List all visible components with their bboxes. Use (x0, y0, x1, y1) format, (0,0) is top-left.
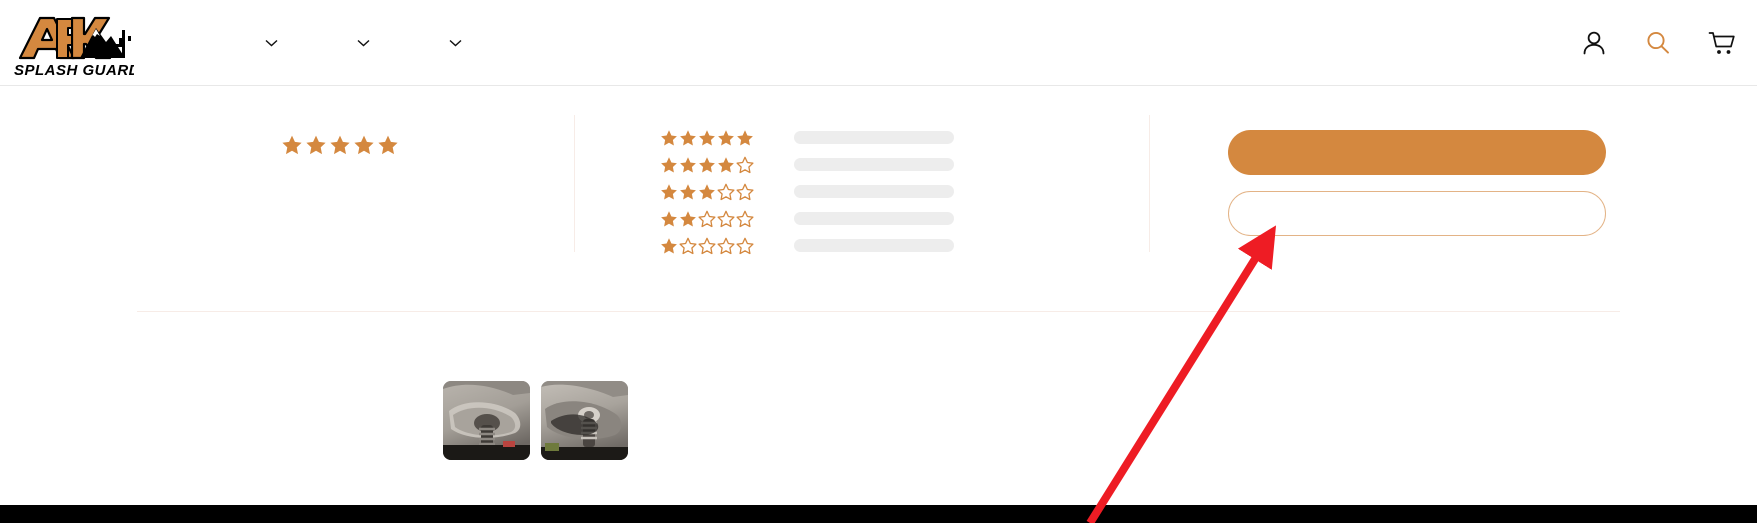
nav-item-toyota[interactable] (440, 39, 462, 47)
nav-item-ford[interactable] (256, 39, 278, 47)
rating-stars-2 (660, 210, 756, 228)
rating-bar-3 (794, 185, 954, 198)
site-logo[interactable]: SPLASH GUARDS (10, 8, 134, 78)
header-icon-group (1579, 0, 1737, 86)
customer-photos-gallery (0, 381, 1070, 460)
cart-icon[interactable] (1707, 28, 1737, 58)
rating-bar-4 (794, 158, 954, 171)
page-root: SPLASH GUARDS (0, 0, 1757, 523)
chevron-down-icon (449, 39, 462, 47)
account-icon[interactable] (1579, 28, 1609, 58)
rating-bar-1 (794, 239, 954, 252)
rating-bar-2 (794, 212, 954, 225)
vertical-divider-left (574, 115, 575, 252)
review-actions (1228, 130, 1606, 236)
average-rating-stars (281, 134, 399, 156)
rating-stars-5 (660, 129, 756, 147)
rating-stars-1 (660, 237, 756, 255)
nav-item-lexus[interactable] (348, 39, 370, 47)
chevron-down-icon (265, 39, 278, 47)
rating-breakdown (660, 124, 1080, 259)
site-header: SPLASH GUARDS (0, 0, 1757, 86)
write-review-button[interactable] (1228, 130, 1606, 175)
main-navigation (186, 0, 462, 86)
rating-breakdown-row-2[interactable] (660, 205, 1080, 232)
rating-breakdown-row-3[interactable] (660, 178, 1080, 205)
average-rating-block (137, 134, 557, 162)
rating-breakdown-row-1[interactable] (660, 232, 1080, 259)
customer-photo-thumbnail[interactable] (540, 381, 628, 460)
chevron-down-icon (357, 39, 370, 47)
rating-bar-5 (794, 131, 954, 144)
rating-stars-4 (660, 156, 756, 174)
page-bottom-bar (0, 505, 1757, 523)
logo-subtext: SPLASH GUARDS (14, 62, 134, 78)
section-divider (137, 311, 1620, 312)
rating-stars-3 (660, 183, 756, 201)
vertical-divider-right (1149, 115, 1150, 252)
customer-photo-thumbnail[interactable] (442, 381, 530, 460)
rating-breakdown-row-4[interactable] (660, 151, 1080, 178)
search-icon[interactable] (1643, 28, 1673, 58)
ask-question-button[interactable] (1228, 191, 1606, 236)
review-summary-section (0, 86, 1757, 298)
rating-breakdown-row-5[interactable] (660, 124, 1080, 151)
